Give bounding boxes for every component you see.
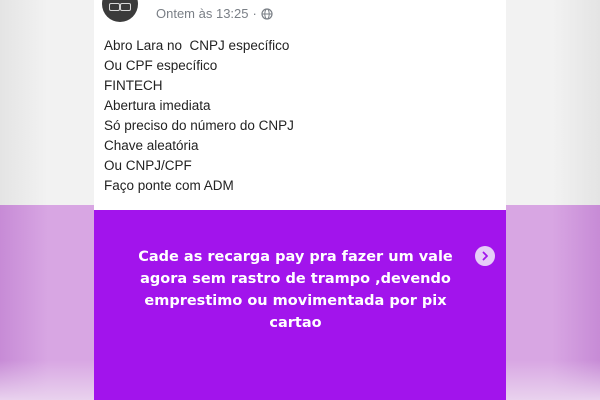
post-line: Só preciso do número do CNPJ <box>104 118 294 133</box>
post-line: Faço ponte com ADM <box>104 178 234 193</box>
post-line: Ou CPF específico <box>104 58 218 73</box>
globe-icon[interactable] <box>261 7 273 20</box>
next-button[interactable] <box>475 246 495 266</box>
post-line: FINTECH <box>104 78 163 93</box>
post-header: Ontem às 13:25 · <box>94 0 506 28</box>
post-timestamp[interactable]: Ontem às 13:25 <box>156 6 249 21</box>
post-line: Chave aleatória <box>104 138 199 153</box>
meta-separator: · <box>252 6 257 21</box>
question-text: Cade as recarga pay pra fazer um vale ag… <box>138 249 453 331</box>
question-card: Cade as recarga pay pra fazer um vale ag… <box>94 210 506 400</box>
post-meta: Ontem às 13:25 · <box>156 6 273 21</box>
avatar[interactable] <box>102 0 138 22</box>
chevron-right-icon <box>482 251 488 261</box>
post-line: Abro Lara no CNPJ específico <box>104 38 290 53</box>
avatar-glasses-icon <box>109 3 131 11</box>
post-body: Abro Lara no CNPJ específico Ou CPF espe… <box>104 36 499 196</box>
post-line: Ou CNPJ/CPF <box>104 158 192 173</box>
post-line: Abertura imediata <box>104 98 211 113</box>
